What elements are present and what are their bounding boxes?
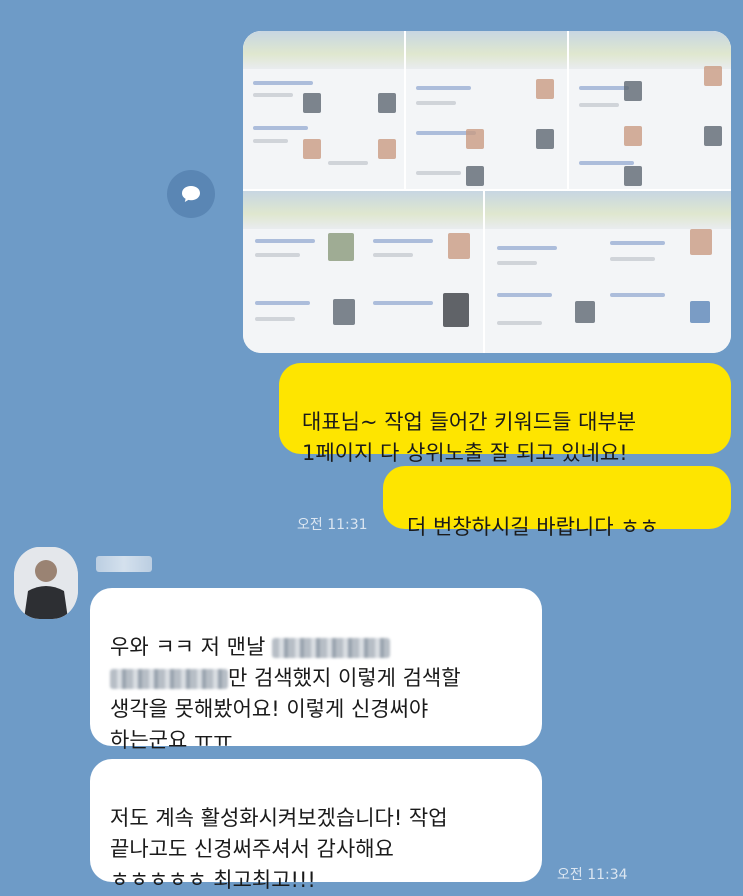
message-bubble-sent[interactable]: 대표님~ 작업 들어간 키워드들 대부분 1페이지 다 상위노출 잘 되고 있네… [279, 363, 731, 465]
message-timestamp: 오전 11:34 [557, 867, 628, 883]
image-thumbnail[interactable] [485, 191, 731, 353]
image-thumbnail[interactable] [569, 31, 731, 189]
message-bubble-received[interactable]: 저도 계속 활성화시켜보겠습니다! 작업 끝나고도 신경써주셔서 감사해요 ㅎㅎ… [90, 759, 542, 892]
share-bubble-icon [182, 186, 200, 202]
message-text: 우와 ㅋㅋ 저 맨날 [110, 635, 272, 659]
redacted-text [110, 669, 228, 689]
sender-name [96, 556, 152, 572]
redacted-text [271, 638, 390, 658]
profile-photo [14, 547, 78, 619]
message-bubble-sent[interactable]: 더 번창하시길 바랍니다 ㅎㅎ [383, 466, 731, 539]
avatar[interactable] [14, 547, 78, 619]
image-thumbnail[interactable] [243, 31, 404, 189]
message-timestamp: 오전 11:31 [297, 517, 368, 533]
message-bubble-received[interactable]: 우와 ㅋㅋ 저 맨날 만 검색했지 이렇게 검색할 생각을 못해봤어요! 이렇게… [90, 588, 542, 752]
message-text: 저도 계속 활성화시켜보겠습니다! 작업 끝나고도 신경써주셔서 감사해요 ㅎㅎ… [110, 806, 448, 892]
share-button[interactable] [167, 170, 215, 218]
image-thumbnail[interactable] [406, 31, 567, 189]
image-thumbnail[interactable] [243, 191, 483, 353]
message-text: 대표님~ 작업 들어간 키워드들 대부분 1페이지 다 상위노출 잘 되고 있네… [302, 410, 637, 465]
shared-image-grid[interactable] [243, 31, 731, 353]
message-text: 더 번창하시길 바랍니다 ㅎㅎ [407, 515, 659, 539]
